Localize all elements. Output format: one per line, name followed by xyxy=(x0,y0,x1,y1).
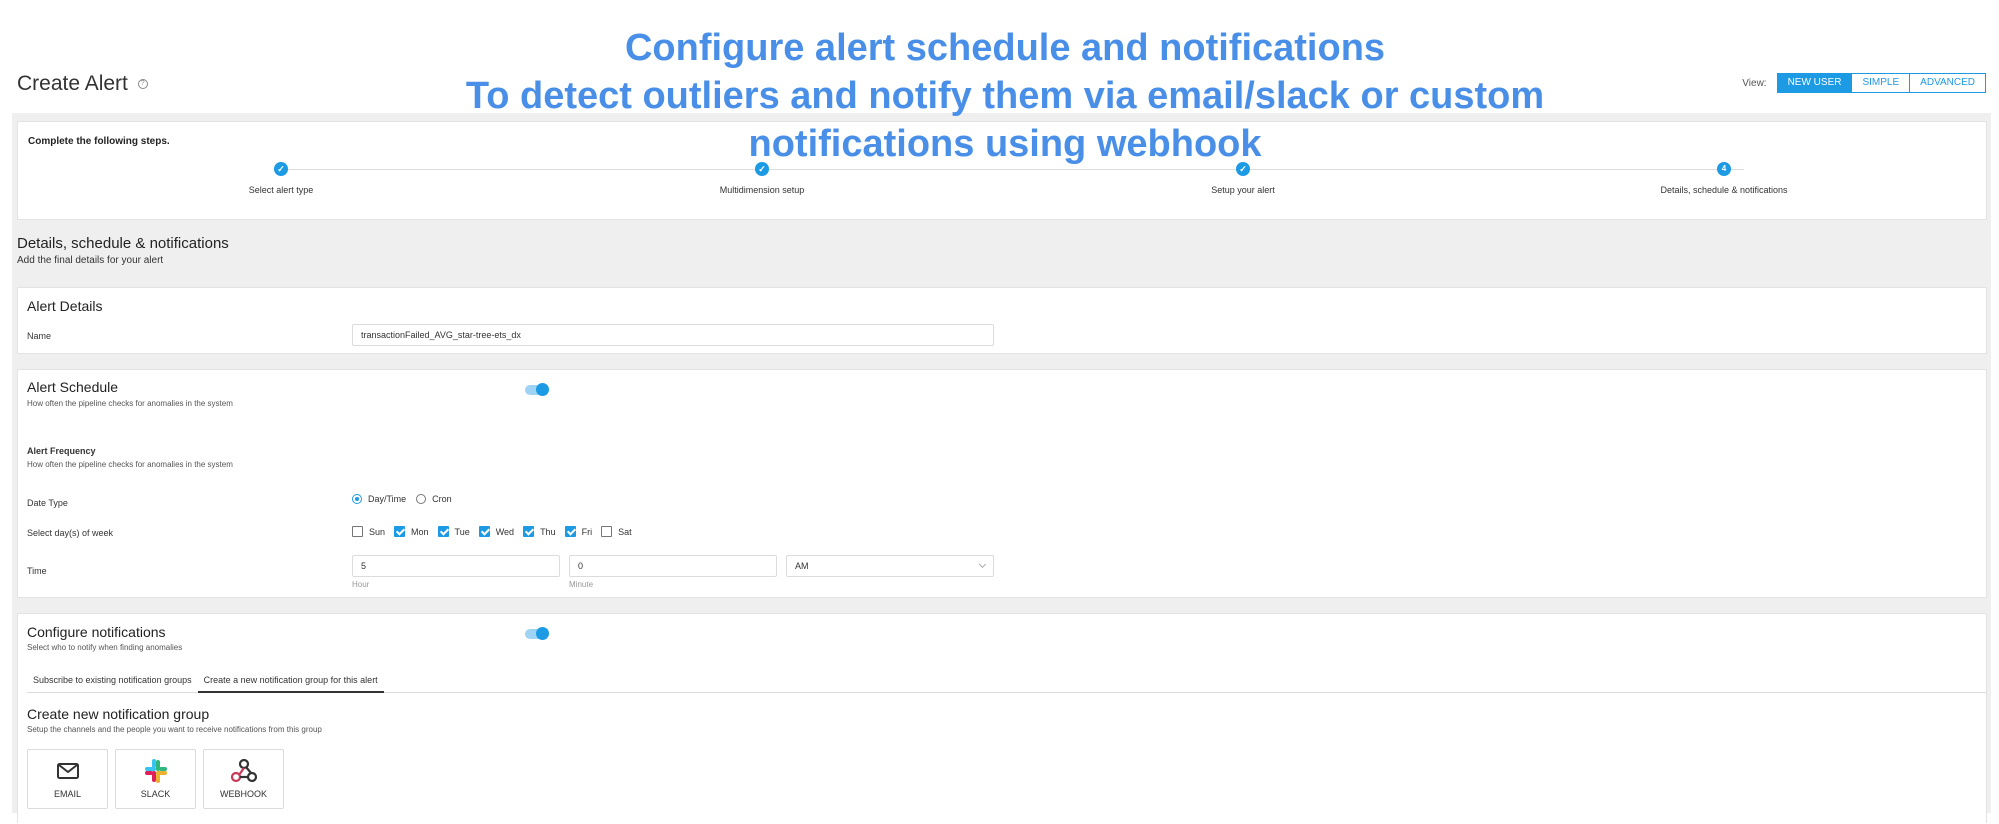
minute-input[interactable]: 0 xyxy=(569,555,777,577)
channel-label: WEBHOOK xyxy=(219,789,267,799)
page-title-text: Create Alert xyxy=(17,72,128,95)
schedule-toggle[interactable] xyxy=(525,383,549,396)
day-wed-checkbox[interactable]: Wed xyxy=(478,526,515,537)
date-type-cron-option[interactable]: Cron xyxy=(416,494,452,504)
caption-overlay: Configure alert schedule and notificatio… xyxy=(330,24,1680,168)
hour-hint: Hour xyxy=(352,580,370,589)
channel-list: EMAIL SLACK WEBHOOK xyxy=(27,749,291,809)
checkbox-checked-icon xyxy=(523,526,535,537)
view-advanced-button[interactable]: ADVANCED xyxy=(1909,73,1986,93)
day-label: Tue xyxy=(454,526,470,537)
section-header: Details, schedule & notifications Add th… xyxy=(17,235,229,266)
day-thu-checkbox[interactable]: Thu xyxy=(523,526,556,537)
day-label: Fri xyxy=(581,526,593,537)
date-type-daytime-option[interactable]: Day/Time xyxy=(352,494,406,504)
help-icon[interactable]: ? xyxy=(137,79,148,90)
name-input[interactable]: transactionFailed_AVG_star-tree-ets_dx xyxy=(352,324,994,346)
alert-schedule-subtitle: How often the pipeline checks for anomal… xyxy=(27,399,233,408)
notifications-title: Configure notifications xyxy=(27,624,166,640)
caption-line-1: Configure alert schedule and notificatio… xyxy=(624,27,1386,69)
radio-unselected-icon xyxy=(416,494,427,504)
create-alert-page: Configure alert schedule and notificatio… xyxy=(0,0,1999,824)
view-label: View: xyxy=(1742,77,1767,89)
day-fri-checkbox[interactable]: Fri xyxy=(564,526,593,537)
channel-slack-button[interactable]: SLACK xyxy=(115,749,196,809)
group-title: Create new notification group xyxy=(27,706,210,722)
meridiem-value: AM xyxy=(795,561,809,571)
notifications-subtitle: Select who to notify when finding anomal… xyxy=(27,643,183,652)
date-type-radio-group: Day/Time Cron xyxy=(352,494,462,504)
checkbox-checked-icon xyxy=(437,526,449,537)
days-of-week-label: Select day(s) of week xyxy=(27,528,114,538)
date-type-label: Date Type xyxy=(27,498,68,508)
section-title: Details, schedule & notifications xyxy=(17,235,229,252)
alert-details-card: Alert Details Name transactionFailed_AVG… xyxy=(17,287,1987,354)
step-check-icon: ✓ xyxy=(274,162,288,176)
day-label: Sat xyxy=(618,526,632,537)
group-subtitle: Setup the channels and the people you wa… xyxy=(27,725,322,734)
view-switch: View: NEW USER SIMPLE ADVANCED xyxy=(1742,73,1986,93)
name-label: Name xyxy=(27,331,52,341)
day-sun-checkbox[interactable]: Sun xyxy=(352,526,385,537)
day-label: Mon xyxy=(411,526,429,537)
caption-line-2: To detect outliers and notify them via e… xyxy=(465,75,1545,117)
page-title: Create Alert ? xyxy=(17,72,148,96)
radio-label: Cron xyxy=(432,494,452,504)
webhook-icon xyxy=(230,758,257,783)
notifications-card: Configure notifications Select who to no… xyxy=(17,613,1987,823)
toggle-knob xyxy=(536,627,549,640)
slack-icon xyxy=(144,759,167,783)
alert-schedule-card: Alert Schedule How often the pipeline ch… xyxy=(17,369,1987,598)
minute-hint: Minute xyxy=(569,580,594,589)
step-label: Select alert type xyxy=(248,185,314,195)
day-label: Sun xyxy=(369,526,386,537)
day-sat-checkbox[interactable]: Sat xyxy=(601,526,632,537)
notification-tabs: Subscribe to existing notification group… xyxy=(27,671,1987,693)
envelope-icon xyxy=(56,763,79,779)
steps-intro: Complete the following steps. xyxy=(28,136,170,147)
radio-selected-icon xyxy=(352,494,362,504)
hour-input[interactable]: 5 xyxy=(352,555,560,577)
day-label: Wed xyxy=(495,526,515,537)
days-of-week-group: Sun Mon Tue Wed Thu Fri Sat xyxy=(352,526,641,537)
notifications-toggle[interactable] xyxy=(525,627,549,640)
alert-frequency-title: Alert Frequency xyxy=(27,446,96,456)
view-new-user-button[interactable]: NEW USER xyxy=(1776,73,1853,93)
channel-label: EMAIL xyxy=(53,789,81,799)
checkbox-checked-icon xyxy=(394,526,406,537)
chevron-down-icon xyxy=(978,560,987,569)
alert-details-title: Alert Details xyxy=(27,298,103,314)
step-label: Multidimension setup xyxy=(719,185,805,195)
checkbox-icon xyxy=(601,526,613,537)
checkbox-checked-icon xyxy=(478,526,490,537)
meridiem-select[interactable]: AM xyxy=(786,555,994,577)
view-simple-button[interactable]: SIMPLE xyxy=(1851,73,1911,93)
section-subtitle: Add the final details for your alert xyxy=(17,255,164,266)
steps-connector xyxy=(281,169,1744,170)
caption-line-3: notifications using webhook xyxy=(748,123,1262,165)
step-label: Details, schedule & notifications xyxy=(1660,185,1788,195)
time-label: Time xyxy=(27,566,47,576)
step-label: Setup your alert xyxy=(1211,185,1275,195)
toggle-knob xyxy=(536,383,549,396)
checkbox-checked-icon xyxy=(564,526,576,537)
day-tue-checkbox[interactable]: Tue xyxy=(437,526,470,537)
channel-label: SLACK xyxy=(140,789,171,799)
day-label: Thu xyxy=(540,526,556,537)
tab-subscribe-existing[interactable]: Subscribe to existing notification group… xyxy=(27,671,198,693)
tab-create-new-group[interactable]: Create a new notification group for this… xyxy=(197,671,384,693)
radio-label: Day/Time xyxy=(368,494,407,504)
day-mon-checkbox[interactable]: Mon xyxy=(394,526,429,537)
step-number-badge: 4 xyxy=(1717,162,1731,176)
channel-email-button[interactable]: EMAIL xyxy=(27,749,108,809)
alert-frequency-subtitle: How often the pipeline checks for anomal… xyxy=(27,460,233,469)
alert-schedule-title: Alert Schedule xyxy=(27,379,119,395)
channel-webhook-button[interactable]: WEBHOOK xyxy=(203,749,284,809)
checkbox-icon xyxy=(352,526,363,537)
